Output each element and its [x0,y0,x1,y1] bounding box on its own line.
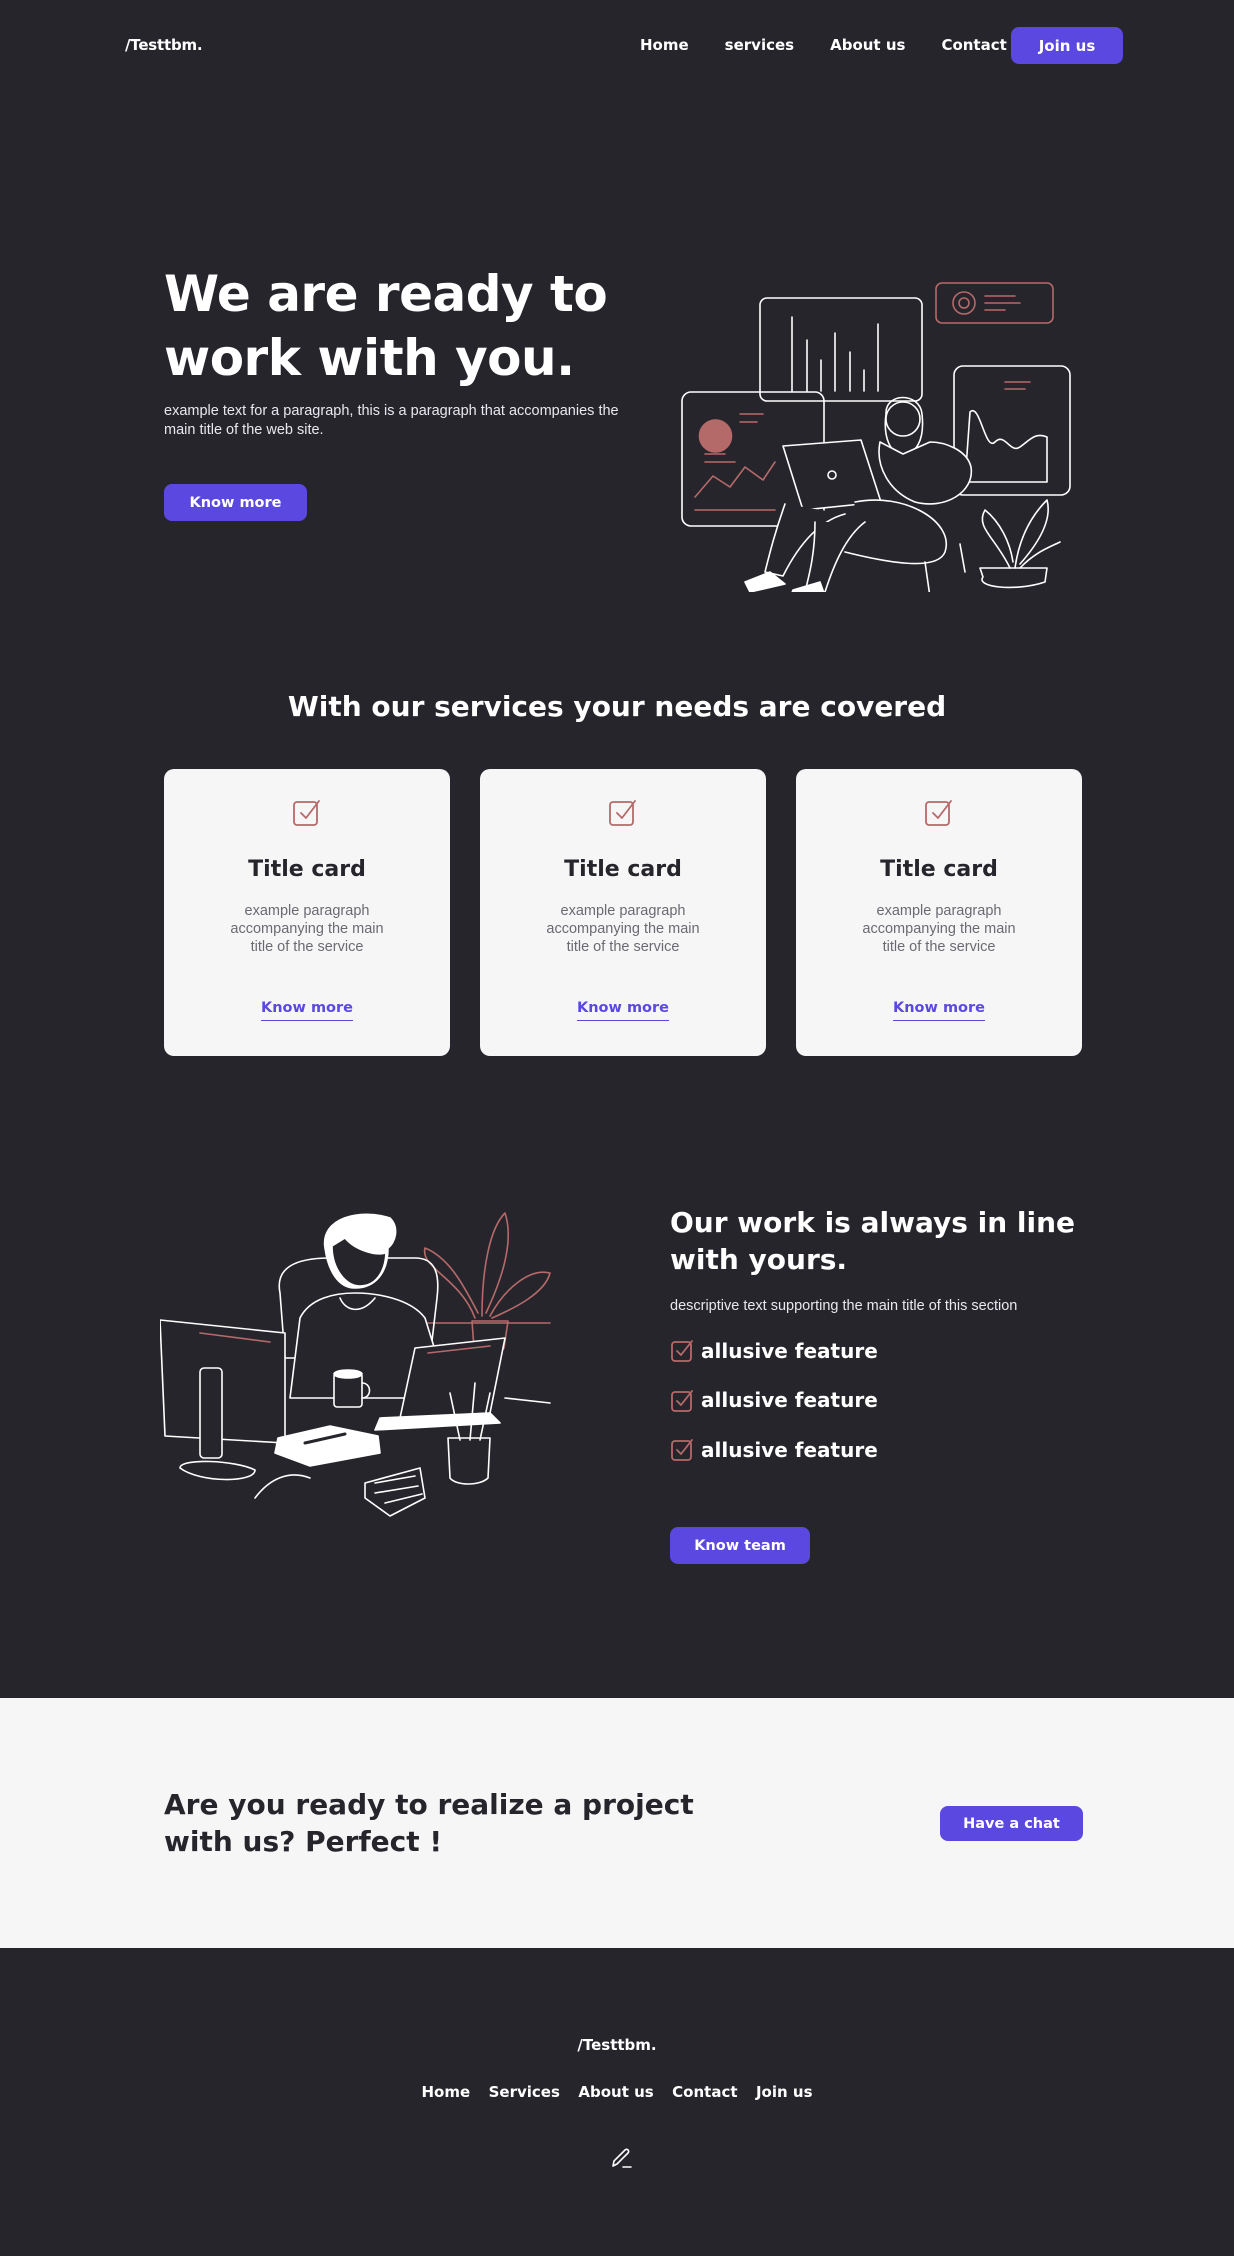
checkbox-icon [671,1389,693,1412]
hero-title: We are ready to work with you. [164,265,608,387]
card-text: example paragraph accompanying the main … [230,903,384,955]
service-card: Title card example paragraph accompanyin… [796,769,1082,1056]
card-title: Title card [564,857,682,882]
work-section: Our work is always in line with yours. d… [0,1168,1234,1698]
footer: /Testtbm. Home Services About us Contact… [0,1948,1234,2256]
card-know-more-link[interactable]: Know more [480,1000,766,1021]
checkbox-icon [925,800,952,826]
logo[interactable]: /Testtbm. [125,36,203,54]
work-paragraph: descriptive text supporting the main tit… [670,1298,1018,1314]
hero-illustration [681,282,1071,592]
footer-link-home[interactable]: Home [421,2083,470,2101]
footer-links: Home Services About us Contact Join us [0,2083,1234,2102]
feature-list: allusive feature allusive feature allusi… [670,1338,878,1487]
checkbox-icon [671,1439,693,1461]
top-nav: /Testtbm. Home services About us Contact… [0,0,1234,92]
card-link-label[interactable]: Know more [892,1000,986,1021]
nav-link-about[interactable]: About us [830,36,905,54]
footer-link-join[interactable]: Join us [756,2083,813,2101]
nav-link-services[interactable]: services [725,36,794,54]
card-link-label[interactable]: Know more [576,1000,670,1021]
card-title: Title card [248,857,366,882]
nav-link-contact[interactable]: Contact [941,36,1006,54]
work-title: Our work is always in line with yours. [670,1206,1076,1276]
feature-label: allusive feature [701,1388,878,1412]
hero-paragraph: example text for a paragraph, this is a … [164,403,619,438]
have-a-chat-button[interactable]: Have a chat [940,1806,1083,1841]
join-us-button[interactable]: Join us [1011,27,1123,64]
card-know-more-link[interactable]: Know more [796,1000,1082,1021]
know-team-button[interactable]: Know team [670,1527,810,1564]
checkbox-icon [293,800,320,826]
service-card: Title card example paragraph accompanyin… [480,769,766,1056]
feature-item: allusive feature [670,1338,878,1363]
feature-item: allusive feature [670,1437,878,1462]
feature-item: allusive feature [670,1388,878,1413]
feature-label: allusive feature [701,1338,878,1363]
nav-links: Home services About us Contact [640,36,1043,54]
card-title: Title card [880,857,998,882]
pencil-icon[interactable] [609,2145,635,2171]
services-section: With our services your needs are covered… [0,652,1234,1168]
card-text: example paragraph accompanying the main … [546,903,700,955]
hero-section: We are ready to work with you. example t… [0,92,1234,652]
service-card: Title card example paragraph accompanyin… [164,769,450,1056]
services-title: With our services your needs are covered [287,690,947,723]
cta-title: Are you ready to realize a project with … [164,1788,694,1858]
work-illustration [160,1212,551,1517]
footer-link-contact[interactable]: Contact [672,2083,737,2101]
hero-know-more-button[interactable]: Know more [164,484,307,521]
checkbox-icon [609,800,636,826]
checkbox-icon [671,1340,693,1362]
footer-link-about[interactable]: About us [578,2083,653,2101]
nav-link-home[interactable]: Home [640,36,689,54]
card-text: example paragraph accompanying the main … [862,903,1016,955]
card-link-label[interactable]: Know more [260,1000,354,1021]
cta-section: Are you ready to realize a project with … [0,1698,1234,1948]
card-know-more-link[interactable]: Know more [164,1000,450,1021]
footer-link-services[interactable]: Services [489,2083,560,2101]
footer-logo[interactable]: /Testtbm. [0,2036,1234,2054]
feature-label: allusive feature [701,1437,878,1462]
